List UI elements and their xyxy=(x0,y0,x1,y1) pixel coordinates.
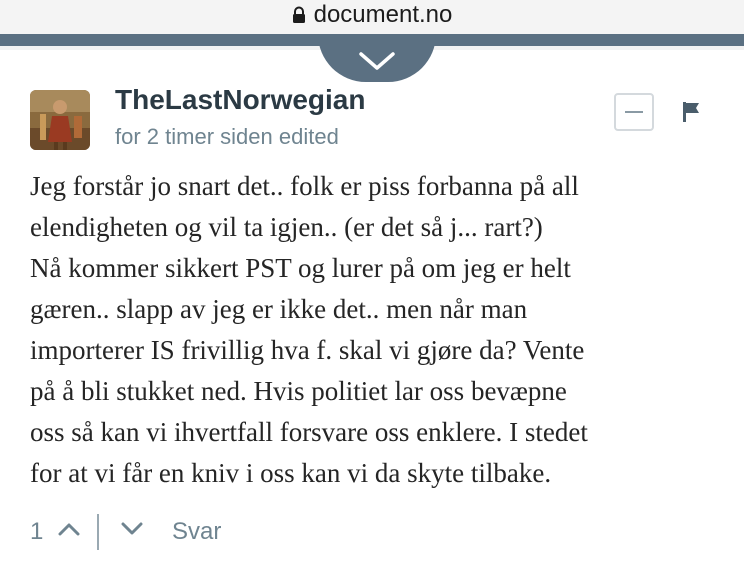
avatar[interactable] xyxy=(30,90,90,150)
comment-line: elendigheten og vil ta igjen.. (er det s… xyxy=(30,212,543,242)
chevron-down-icon xyxy=(359,52,395,70)
comment-line: på å bli stukket ned. Hvis politiet lar … xyxy=(30,376,567,406)
edited-label: edited xyxy=(278,124,339,149)
comment-body: Jeg forstår jo snart det.. folk er piss … xyxy=(30,166,730,494)
comment-meta: for 2 timer siden edited xyxy=(115,124,339,150)
comment-author[interactable]: TheLastNorwegian xyxy=(115,84,365,116)
comment-line: oss så kan vi ihvertfall forsvare oss en… xyxy=(30,417,588,447)
comment-line: for at vi får en kniv i oss kan vi da sk… xyxy=(30,458,552,488)
lock-icon xyxy=(292,6,305,23)
expand-toggle[interactable] xyxy=(318,34,436,82)
upvote-icon[interactable] xyxy=(58,522,80,536)
vote-count: 1 xyxy=(30,518,44,545)
comment-line: gæren.. slapp av jeg er ikke det.. men n… xyxy=(30,294,528,324)
comment-line: Nå kommer sikkert PST og lurer på om jeg… xyxy=(30,253,571,283)
minus-icon xyxy=(625,111,643,113)
downvote-icon[interactable] xyxy=(121,522,143,536)
comment-timestamp[interactable]: for 2 timer siden xyxy=(115,124,273,149)
browser-url-bar[interactable]: document.no xyxy=(0,0,744,34)
url-text: document.no xyxy=(313,1,453,28)
vote-divider xyxy=(97,514,99,550)
url-display[interactable]: document.no xyxy=(0,1,744,29)
comment-line: importerer IS frivillig hva f. skal vi g… xyxy=(30,335,585,365)
comment-footer: 1 Svar xyxy=(30,512,330,552)
avatar-image xyxy=(30,90,90,150)
flag-icon[interactable] xyxy=(682,102,700,122)
comment-line: Jeg forstår jo snart det.. folk er piss … xyxy=(30,171,579,201)
collapse-button[interactable] xyxy=(614,93,654,131)
reply-button[interactable]: Svar xyxy=(172,512,221,552)
